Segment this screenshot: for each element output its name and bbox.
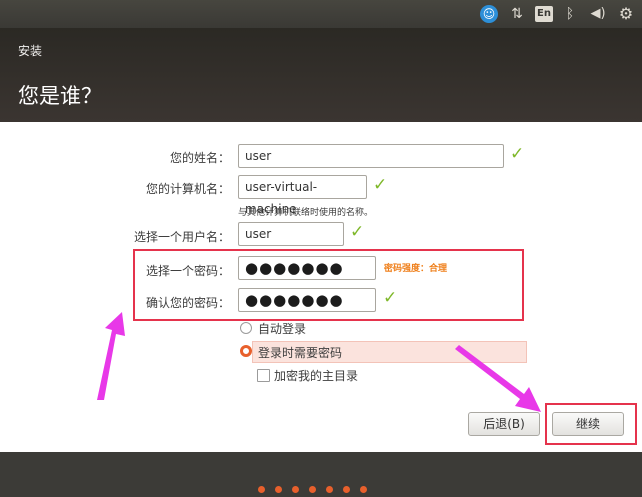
- progress-dot: [360, 486, 367, 493]
- progress-dot: [309, 486, 316, 493]
- progress-dot: [292, 486, 299, 493]
- progress-dot: [343, 486, 350, 493]
- progress-dot: [275, 486, 282, 493]
- progress-dot: [326, 486, 333, 493]
- left-annotation-arrow: [97, 312, 125, 400]
- progress-dot: [258, 486, 265, 493]
- right-annotation-arrow: [455, 345, 541, 412]
- annotation-arrows: [97, 312, 541, 412]
